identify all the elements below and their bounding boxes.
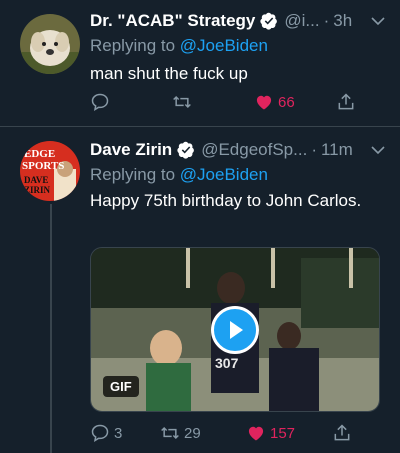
separator-dot: ·: [311, 140, 317, 159]
tweet-header: Dave Zirin @EdgeofSp... · 11m: [90, 139, 386, 161]
reply-icon: [91, 93, 109, 112]
thread-line: [50, 204, 52, 453]
gif-badge: GIF: [103, 376, 139, 397]
tweet-actions: 66: [90, 92, 380, 112]
share-icon: [334, 424, 350, 441]
tweet[interactable]: EDGE SPORTS DAVE ZIRIN Dave Zirin @Edgeo…: [0, 127, 400, 453]
avatar[interactable]: [20, 14, 80, 74]
retweet-button[interactable]: [172, 92, 254, 112]
reply-count: 3: [114, 424, 123, 442]
replying-label: Replying to: [90, 165, 176, 184]
tweet[interactable]: Dr. "ACAB" Strategy @i... · 3h Replying …: [0, 0, 400, 126]
gif-media[interactable]: 307 GIF: [90, 247, 380, 412]
like-button[interactable]: 66: [254, 92, 336, 112]
replying-to: Replying to @JoeBiden: [90, 165, 268, 185]
separator-dot: ·: [323, 11, 330, 30]
like-button[interactable]: 157: [246, 423, 332, 443]
replying-to: Replying to @JoeBiden: [90, 36, 268, 56]
play-button[interactable]: [211, 306, 259, 354]
jersey-number: 307: [215, 355, 239, 371]
timestamp[interactable]: 3h: [333, 11, 352, 31]
retweet-count: 29: [184, 424, 201, 442]
retweet-button[interactable]: 29: [160, 423, 246, 443]
reply-button[interactable]: [90, 92, 172, 112]
verified-icon: [177, 141, 195, 159]
retweet-icon: [161, 426, 179, 440]
chevron-down-icon[interactable]: [370, 13, 386, 29]
avatar[interactable]: EDGE SPORTS DAVE ZIRIN: [20, 141, 80, 201]
timestamp[interactable]: 11m: [321, 140, 353, 160]
handle[interactable]: @i...: [284, 11, 319, 31]
avatar-text-zirin: ZIRIN: [24, 185, 51, 195]
tweet-header: Dr. "ACAB" Strategy @i... · 3h: [90, 10, 386, 32]
share-button[interactable]: [336, 92, 356, 112]
tweet-text: man shut the fuck up: [90, 64, 248, 83]
heart-icon: [256, 95, 272, 110]
verified-icon: [260, 12, 278, 30]
heart-icon: [248, 426, 264, 441]
like-count: 157: [270, 424, 296, 442]
replying-label: Replying to: [90, 36, 176, 55]
share-icon: [338, 93, 354, 110]
display-name[interactable]: Dave Zirin: [90, 140, 172, 160]
mention-link[interactable]: @JoeBiden: [180, 165, 268, 184]
play-icon: [230, 321, 243, 339]
tweet-text: Happy 75th birthday to John Carlos.: [90, 191, 362, 210]
mention-link[interactable]: @JoeBiden: [180, 36, 268, 55]
retweet-icon: [173, 95, 191, 109]
avatar-text-edge: EDGE: [24, 148, 55, 160]
chevron-down-icon[interactable]: [370, 142, 386, 158]
handle[interactable]: @EdgeofSp...: [201, 140, 307, 160]
reply-button[interactable]: 3: [90, 423, 160, 443]
reply-icon: [91, 424, 109, 443]
tweet-actions: 3 29 157: [90, 423, 380, 443]
avatar-text-dave: DAVE: [24, 175, 48, 185]
display-name[interactable]: Dr. "ACAB" Strategy: [90, 11, 255, 31]
like-count: 66: [278, 93, 295, 111]
share-button[interactable]: [332, 423, 352, 443]
avatar-text-sports: SPORTS: [22, 160, 64, 172]
